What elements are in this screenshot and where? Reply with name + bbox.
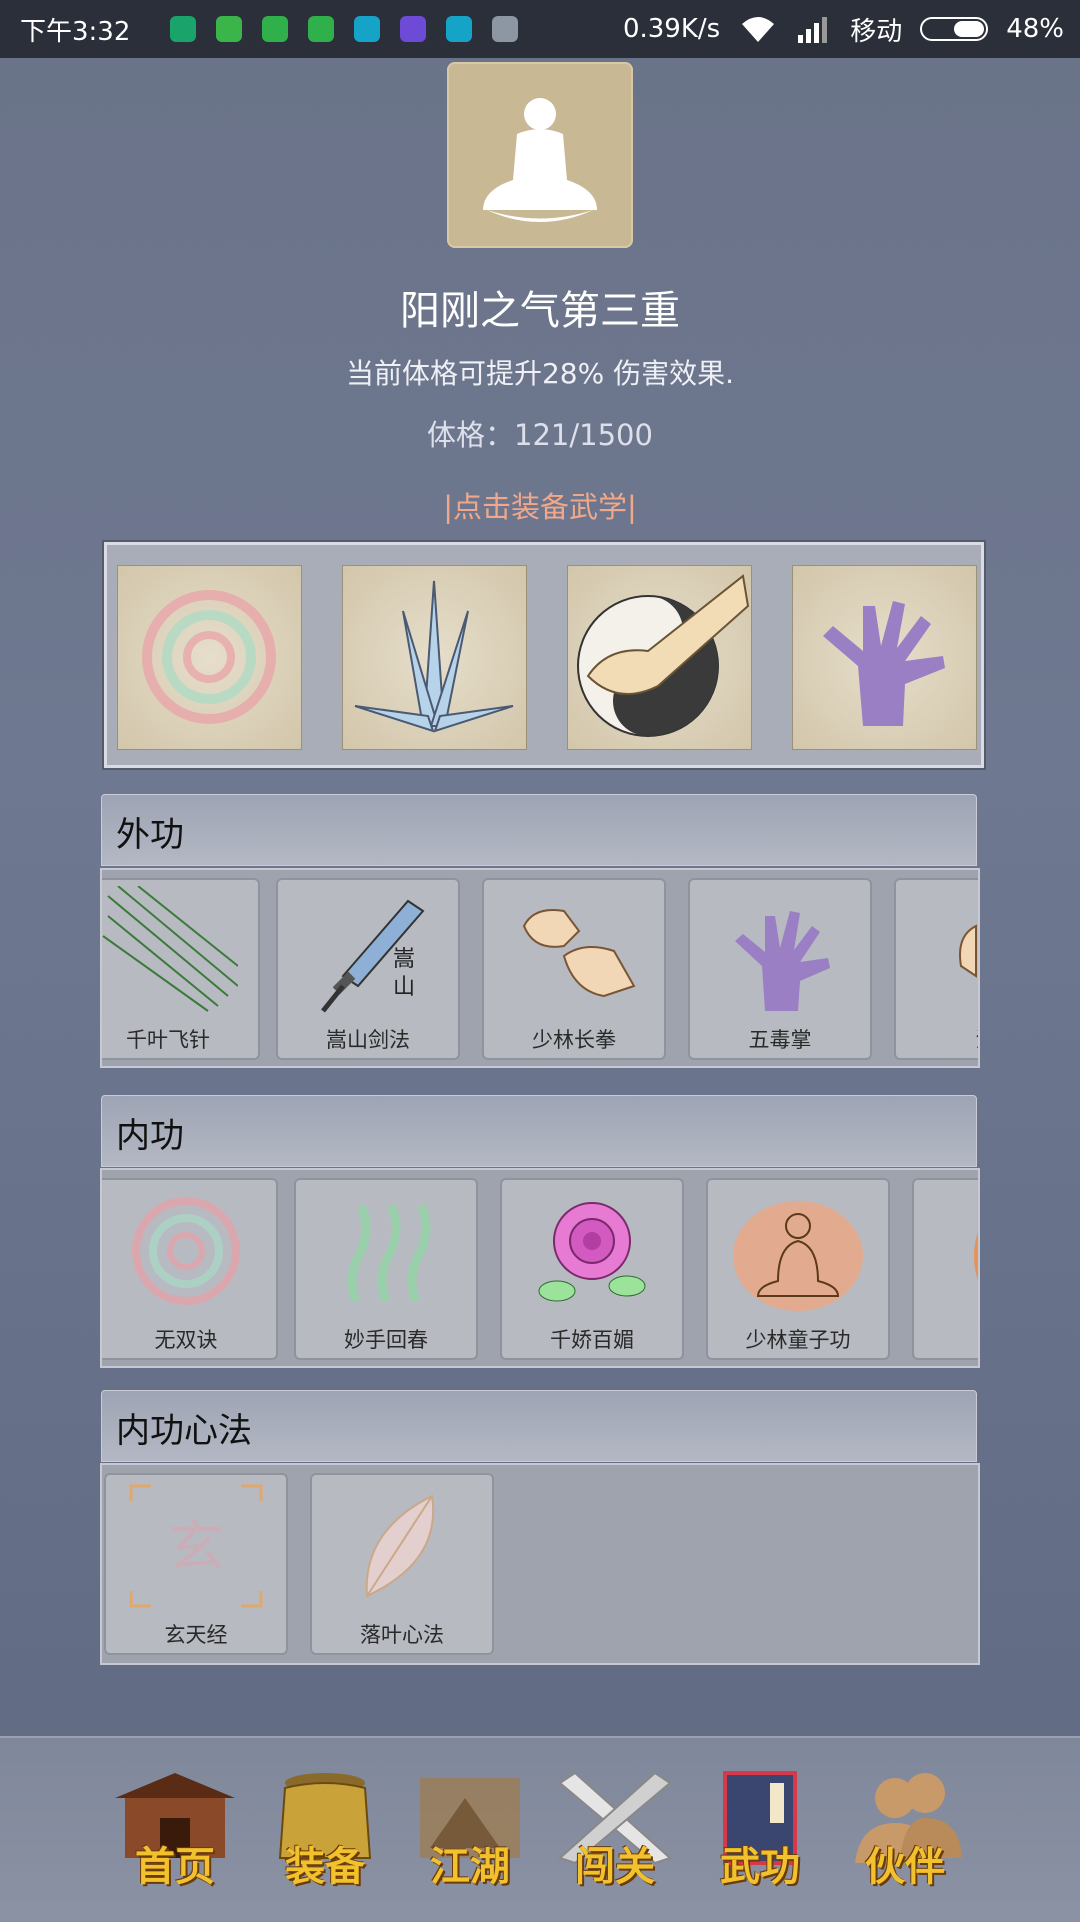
- equip-hint-link[interactable]: |点击装备武学|: [0, 484, 1080, 526]
- nav-home[interactable]: 首页: [110, 1768, 240, 1898]
- video-app-icon: [400, 16, 426, 42]
- nav-jianghu[interactable]: 江湖: [405, 1768, 535, 1898]
- signal-icon: [798, 17, 828, 43]
- equipped-skills-panel: [104, 542, 984, 768]
- flame-icon: [974, 1232, 978, 1280]
- skill-label: 落叶心法: [360, 1623, 444, 1647]
- xinfa-header: 内功心法: [101, 1390, 977, 1462]
- rose-icon: [538, 1202, 646, 1302]
- skill-label: 少林长拳: [532, 1028, 616, 1052]
- equip-slot[interactable]: [792, 565, 977, 750]
- shield-app-icon: [170, 16, 196, 42]
- meditating-figure-icon: [483, 98, 597, 222]
- nav-companions[interactable]: 伙伴: [840, 1768, 970, 1898]
- nav-label: 闯关: [575, 1843, 655, 1890]
- neigong-list[interactable]: 无双诀 妙手回春 千娇百媚 少林童子功 烈: [100, 1168, 980, 1368]
- leaf-icon: [365, 1494, 435, 1598]
- waigong-list[interactable]: 千叶飞针 嵩 山 嵩山剑法 少林长拳 五毒掌 洪: [100, 868, 980, 1068]
- notes-app-icon: [492, 16, 518, 42]
- sword-icon: 嵩 山: [321, 899, 425, 1013]
- skill-card[interactable]: 玄 玄天经: [104, 1473, 288, 1655]
- waigong-header: 外功: [101, 794, 977, 866]
- skill-card[interactable]: 洪: [894, 878, 979, 1060]
- skill-label: 洪: [896, 1024, 979, 1054]
- purple-palm-icon: [823, 601, 945, 726]
- notification-icons: [170, 16, 518, 42]
- realm-description: 当前体格可提升28% 伤害效果.: [345, 357, 735, 390]
- physique-stat: 体格：121/1500: [427, 418, 653, 452]
- fist-icon: [959, 924, 977, 978]
- nav-wugong[interactable]: 武功: [695, 1768, 825, 1898]
- equip-slot[interactable]: [117, 565, 302, 750]
- qu-app-icon: [308, 16, 334, 42]
- skill-label: 五毒掌: [748, 1028, 812, 1052]
- purple-palm-icon: [735, 911, 830, 1011]
- svg-text:玄: 玄: [168, 1515, 224, 1580]
- equip-slot[interactable]: [567, 565, 752, 750]
- yinyang-fist-icon: [577, 574, 750, 737]
- equip-slot[interactable]: [342, 565, 527, 750]
- svg-text:嵩: 嵩: [393, 947, 415, 972]
- skill-card[interactable]: 五毒掌: [688, 878, 872, 1060]
- neigong-header: 内功: [101, 1095, 977, 1167]
- carrier-name: 移动: [850, 16, 903, 47]
- wechat-app-icon: [216, 16, 242, 42]
- skill-card[interactable]: 无双诀: [102, 1178, 278, 1360]
- section-title: 外功: [116, 815, 184, 855]
- xiaomi-app-icon: [446, 16, 472, 42]
- net-speed: 0.39K/s: [622, 14, 721, 44]
- section-title: 内功心法: [116, 1411, 252, 1451]
- xiaomi-app-icon: [354, 16, 380, 42]
- skill-card[interactable]: 千娇百媚: [500, 1178, 684, 1360]
- wifi-icon: [742, 17, 775, 42]
- skill-card[interactable]: 千叶飞针: [102, 878, 260, 1060]
- bottom-nav: 首页 装备 江湖 闯关 武功 伙伴: [0, 1736, 1080, 1922]
- skill-label: 玄天经: [164, 1623, 228, 1647]
- nav-label: 武功: [720, 1843, 800, 1890]
- battery-percent: 48%: [1006, 14, 1064, 44]
- green-waves-icon: [347, 1203, 431, 1303]
- skill-card[interactable]: 嵩 山 嵩山剑法: [276, 878, 460, 1060]
- nav-equipment[interactable]: 装备: [260, 1768, 390, 1898]
- skill-label: 无双诀: [154, 1328, 218, 1352]
- qu-app-icon: [262, 16, 288, 42]
- skill-label: 妙手回春: [344, 1328, 428, 1352]
- skill-label: 千娇百媚: [550, 1328, 634, 1352]
- nav-label: 首页: [135, 1843, 215, 1890]
- fists-icon: [522, 909, 636, 998]
- xinfa-list[interactable]: 玄 玄天经 落叶心法: [100, 1463, 980, 1665]
- status-bar: 下午3:32 0.39K/s 移动 48%: [0, 0, 1080, 58]
- skill-card[interactable]: 少林长拳: [482, 878, 666, 1060]
- spiral-icon: [132, 1197, 240, 1305]
- meditation-avatar: [447, 62, 633, 248]
- svg-text:山: 山: [393, 975, 415, 1000]
- skill-card[interactable]: 烈: [912, 1178, 978, 1360]
- meditating-monk-icon: [733, 1201, 863, 1311]
- battery-icon: [920, 17, 989, 41]
- section-title: 内功: [116, 1116, 184, 1156]
- realm-title: 阳刚之气第三重: [400, 288, 680, 334]
- nav-label: 伙伴: [865, 1843, 945, 1890]
- nav-label: 装备: [285, 1843, 365, 1890]
- skill-label: 烈: [914, 1324, 978, 1354]
- skill-card[interactable]: 少林童子功: [706, 1178, 890, 1360]
- blades-icon: [354, 580, 514, 733]
- nav-chuangguan[interactable]: 闯关: [550, 1768, 680, 1898]
- xuan-glyph-icon: 玄: [129, 1484, 263, 1608]
- skill-label: 嵩山剑法: [326, 1028, 410, 1052]
- skill-card[interactable]: 妙手回春: [294, 1178, 478, 1360]
- nav-label: 江湖: [430, 1843, 510, 1890]
- skill-label: 千叶飞针: [126, 1028, 210, 1052]
- skill-card[interactable]: 落叶心法: [310, 1473, 494, 1655]
- needles-icon: [102, 886, 238, 1012]
- spiral-icon: [142, 590, 276, 724]
- status-time: 下午3:32: [20, 16, 131, 47]
- skill-label: 少林童子功: [745, 1328, 851, 1352]
